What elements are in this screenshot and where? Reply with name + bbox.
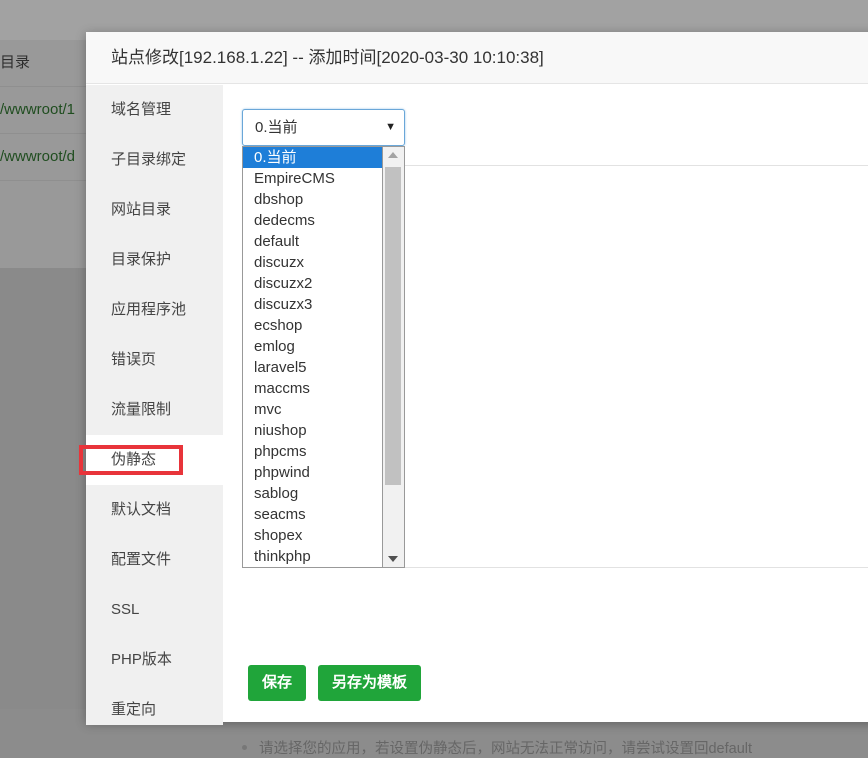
sidebar-item-error-page[interactable]: 错误页 [86, 335, 223, 385]
help-tip-text: 请选择您的应用，若设置伪静态后，网站无法正常访问，请尝试设置回default [259, 741, 753, 757]
dropdown-option[interactable]: EmpireCMS [243, 168, 382, 189]
sidebar-item-ssl[interactable]: SSL [86, 585, 223, 635]
sidebar-item-domain-management[interactable]: 域名管理 [86, 85, 223, 135]
dropdown-scrollbar[interactable] [383, 146, 405, 568]
dropdown-option[interactable]: discuzx2 [243, 273, 382, 294]
sidebar-item-subdirectory-binding[interactable]: 子目录绑定 [86, 135, 223, 185]
sidebar-item-site-directory[interactable]: 网站目录 [86, 185, 223, 235]
dropdown-option[interactable]: sablog [243, 483, 382, 504]
dropdown-option[interactable]: discuzx [243, 252, 382, 273]
dropdown-option[interactable]: 0.当前 [243, 147, 382, 168]
save-as-template-button[interactable]: 另存为模板 [318, 665, 421, 701]
dropdown-option[interactable]: ecshop [243, 315, 382, 336]
dropdown-option[interactable]: seacms [243, 504, 382, 525]
background-table-header: 目录 [0, 40, 90, 87]
sidebar-item-directory-protection[interactable]: 目录保护 [86, 235, 223, 285]
rewrite-template-select[interactable]: 0.当前 ▼ [242, 109, 405, 146]
dropdown-option[interactable]: dedecms [243, 210, 382, 231]
dropdown-option[interactable]: emlog [243, 336, 382, 357]
dropdown-option[interactable]: niushop [243, 420, 382, 441]
save-button[interactable]: 保存 [248, 665, 306, 701]
sidebar-item-rewrite[interactable]: 伪静态 [79, 435, 223, 485]
sidebar-item-default-document[interactable]: 默认文档 [86, 485, 223, 535]
dropdown-option[interactable]: shopex [243, 525, 382, 546]
sidebar-item-label: 伪静态 [111, 451, 157, 468]
background-table-row: /wwwroot/d [0, 134, 90, 181]
dropdown-option[interactable]: thinkphp [243, 546, 382, 567]
dropdown-option[interactable]: laravel5 [243, 357, 382, 378]
site-edit-dialog: 站点修改[192.168.1.22] -- 添加时间[2020-03-30 10… [79, 32, 868, 757]
help-tip: 请选择您的应用，若设置伪静态后，网站无法正常访问，请尝试设置回default [242, 737, 752, 758]
scroll-up-arrow-icon[interactable] [388, 152, 398, 158]
bullet-dot-icon [242, 744, 247, 750]
scroll-down-arrow-icon[interactable] [388, 556, 398, 562]
background-table-row: /wwwroot/1 [0, 87, 90, 134]
dropdown-option[interactable]: mvc [243, 399, 382, 420]
scrollbar-thumb[interactable] [385, 167, 401, 485]
dropdown-option[interactable]: phpwind [243, 462, 382, 483]
dropdown-option[interactable]: default [243, 231, 382, 252]
select-value: 0.当前 [255, 119, 298, 136]
sidebar-item-php-version[interactable]: PHP版本 [86, 635, 223, 685]
sidebar-item-traffic-limit[interactable]: 流量限制 [86, 385, 223, 435]
dropdown-option[interactable]: dbshop [243, 189, 382, 210]
dialog-title: 站点修改[192.168.1.22] -- 添加时间[2020-03-30 10… [86, 32, 868, 84]
dropdown-option[interactable]: phpcms [243, 441, 382, 462]
sidebar-item-app-pool[interactable]: 应用程序池 [86, 285, 223, 335]
caret-down-icon: ▼ [385, 121, 396, 133]
dropdown-option[interactable]: discuzx3 [243, 294, 382, 315]
rewrite-template-dropdown-list[interactable]: 0.当前 EmpireCMS dbshop dedecms default di… [242, 146, 383, 568]
sidebar-item-config-file[interactable]: 配置文件 [86, 535, 223, 585]
sidebar-item-redirect[interactable]: 重定向 [86, 685, 223, 735]
dropdown-option[interactable]: maccms [243, 378, 382, 399]
dialog-sidebar: 域名管理 子目录绑定 网站目录 目录保护 应用程序池 错误页 流量限制 伪静态 … [79, 85, 223, 725]
